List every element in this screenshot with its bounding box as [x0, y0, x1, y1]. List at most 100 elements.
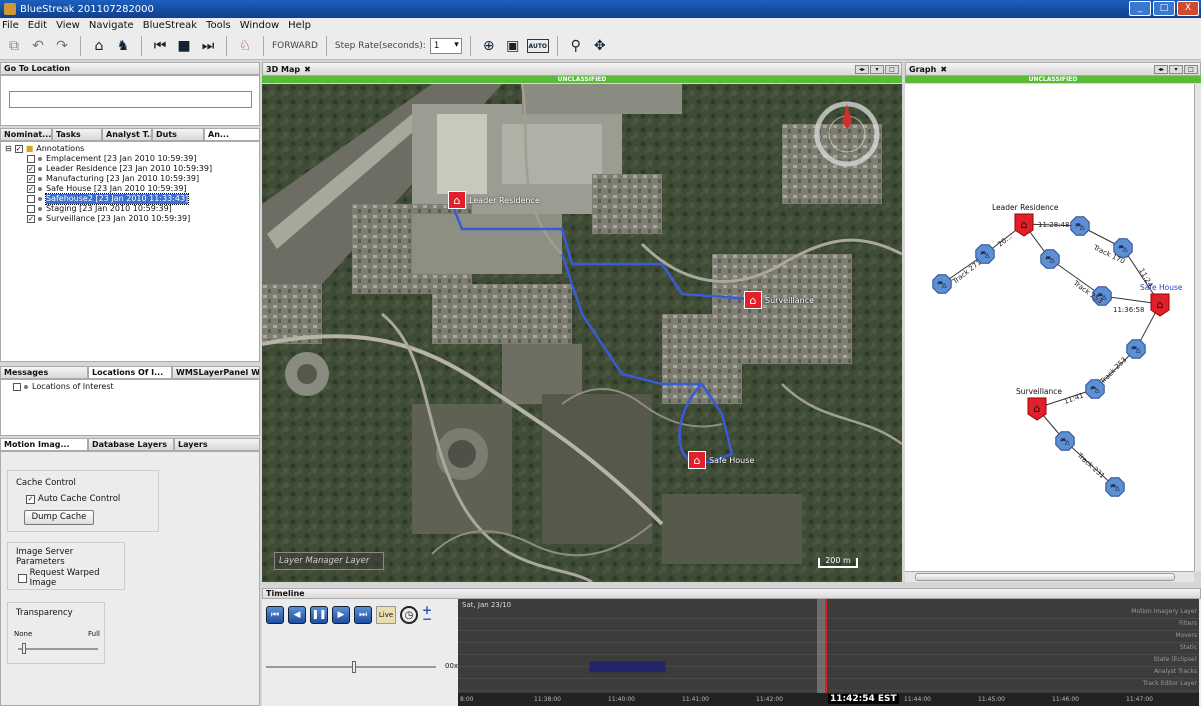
tab-tasks[interactable]: Tasks — [52, 128, 102, 141]
annotation-item[interactable]: ✓ Manufacturing [23 Jan 2010 10:59:39] — [27, 174, 255, 184]
agent-icon[interactable]: ♞ — [113, 36, 133, 56]
layer-manager-overlay[interactable]: Layer Manager Layer — [274, 552, 384, 570]
tab-annotations[interactable]: An... — [204, 128, 260, 141]
annotation-checkbox[interactable] — [27, 195, 35, 203]
timeline-forward-button[interactable]: ⏭ — [354, 606, 372, 624]
tab-analyst-tasks[interactable]: Analyst T... — [102, 128, 152, 141]
timeline-pause-button[interactable]: ❚❚ — [310, 606, 328, 624]
track-node[interactable]: ⛍ — [1126, 339, 1146, 359]
minimize-button[interactable]: _ — [1129, 1, 1151, 16]
satellite-imagery[interactable] — [262, 84, 902, 582]
move-icon[interactable]: ✥ — [590, 36, 610, 56]
graph-location-marker[interactable]: ⌂ Surveillance — [1016, 387, 1062, 421]
map-tab[interactable]: 3D Map — [266, 65, 300, 74]
current-time-indicator[interactable] — [825, 599, 827, 706]
dog-icon[interactable]: ♘ — [235, 36, 255, 56]
timeline-track-row[interactable]: Filters — [458, 619, 1199, 631]
track-node[interactable]: ⛍ — [932, 274, 952, 294]
tab-messages[interactable]: Messages — [0, 366, 88, 379]
compass-icon[interactable]: ⊕ — [479, 36, 499, 56]
zoom-out-icon[interactable]: − — [422, 613, 432, 625]
marker-leader-residence[interactable]: ⌂ Leader Residence — [448, 191, 540, 209]
map-view[interactable]: ⌂ Leader Residence ⌂ Surveillance ⌂ Safe… — [262, 84, 902, 582]
step-rate-select[interactable]: 1 — [429, 38, 462, 54]
menu-bluestreak[interactable]: BlueStreak — [143, 20, 197, 31]
tab-duts[interactable]: Duts — [152, 128, 204, 141]
annotation-checkbox[interactable]: ✓ — [27, 165, 35, 173]
tab-motion-imagery[interactable]: Motion Imag... — [0, 438, 88, 451]
menu-file[interactable]: File — [2, 20, 19, 31]
map-maximize-icon[interactable]: □ — [885, 64, 899, 74]
menu-navigate[interactable]: Navigate — [89, 20, 134, 31]
annotation-item[interactable]: Safehouse2 [23 Jan 2010 11:33:43] — [27, 193, 255, 205]
marker-safe-house[interactable]: ⌂ Safe House — [688, 451, 754, 469]
annotation-item[interactable]: Emplacement [23 Jan 2010 10:59:39] — [27, 154, 255, 164]
annotation-item[interactable]: ✓ Safe House [23 Jan 2010 10:59:39] — [27, 184, 255, 194]
forward-label[interactable]: FORWARD — [272, 41, 318, 51]
redo-icon[interactable]: ↷ — [52, 36, 72, 56]
annotation-checkbox[interactable] — [27, 205, 35, 213]
timeline-track-row[interactable]: Movers — [458, 631, 1199, 643]
undo-icon[interactable]: ↶ — [28, 36, 48, 56]
track-node[interactable]: ⛍ — [1105, 477, 1125, 497]
clock-icon[interactable]: ◷ — [400, 606, 418, 624]
menu-view[interactable]: View — [56, 20, 80, 31]
skip-back-icon[interactable]: ⏮ — [150, 36, 170, 56]
graph-dropdown-icon[interactable]: ▾ — [1169, 64, 1183, 74]
home-icon[interactable]: ⌂ — [89, 36, 109, 56]
graph-view[interactable]: ⛍ ⛍ ⛍ ⛍ ⛍ ⛍ ⛍ ⛍ ⛍ ⛍ ⌂ Leader Residence ⌂ Safe House ⌂… — [905, 84, 1194, 571]
map-dropdown-icon[interactable]: ▾ — [870, 64, 884, 74]
timeline-rewind-button[interactable]: ⏮ — [266, 606, 284, 624]
tab-wms-layer-panel[interactable]: WMSLayerPanel Wi... — [172, 366, 260, 379]
marker-surveillance[interactable]: ⌂ Surveillance — [744, 291, 814, 309]
menu-tools[interactable]: Tools — [206, 20, 231, 31]
auto-cache-checkbox[interactable]: ✓ Auto Cache Control — [26, 494, 120, 504]
skip-forward-icon[interactable]: ⏭ — [198, 36, 218, 56]
playback-speed-thumb[interactable] — [352, 661, 356, 673]
tab-nominations[interactable]: Nominat... — [0, 128, 52, 141]
timeline-track-row[interactable]: Analyst Tracks — [458, 667, 1199, 679]
transparency-slider[interactable] — [18, 648, 98, 650]
timeline-track-row[interactable]: State (Eclipse) — [458, 655, 1199, 667]
annotation-item[interactable]: ✓ Surveillance [23 Jan 2010 10:59:39] — [27, 214, 255, 224]
network-icon[interactable]: ⚲ — [566, 36, 586, 56]
tab-layers[interactable]: Layers — [174, 438, 260, 451]
graph-maximize-icon[interactable]: □ — [1184, 64, 1198, 74]
annotation-item[interactable]: ✓ Leader Residence [23 Jan 2010 10:59:39] — [27, 164, 255, 174]
annotation-item[interactable]: Staging [23 Jan 2010 10:59:39] — [27, 204, 255, 214]
dump-cache-button[interactable]: Dump Cache — [24, 510, 94, 525]
menu-help[interactable]: Help — [288, 20, 311, 31]
graph-vertical-scrollbar[interactable] — [1194, 84, 1201, 571]
menu-window[interactable]: Window — [240, 20, 279, 31]
playback-speed-slider[interactable] — [266, 666, 436, 668]
graph-horizontal-scrollbar[interactable] — [905, 571, 1194, 582]
graph-nav-icon[interactable]: ◂▸ — [1154, 64, 1168, 74]
timeline-back-button[interactable]: ◀ — [288, 606, 306, 624]
link-graph[interactable]: ⛍⛍⛍⛍⛍⛍⛍⛍⛍⛍ ⌂Leader Residence⌂Safe House⌂… — [905, 84, 1194, 571]
annotation-checkbox[interactable] — [27, 155, 35, 163]
map-tab-close-icon[interactable]: ✖ — [304, 65, 311, 74]
graph-location-marker[interactable]: ⌂ Leader Residence — [992, 203, 1059, 237]
timeline-track-row[interactable]: Track Editor Layer — [458, 679, 1199, 691]
timeline-live-button[interactable]: Live — [376, 606, 396, 624]
maximize-button[interactable]: □ — [1153, 1, 1175, 16]
graph-tab-close-icon[interactable]: ✖ — [940, 65, 947, 74]
transparency-slider-thumb[interactable] — [22, 643, 26, 654]
graph-h-scroll-thumb[interactable] — [915, 573, 1175, 581]
annotation-checkbox[interactable]: ✓ — [27, 175, 35, 183]
timeline-track-row[interactable]: Static — [458, 643, 1199, 655]
track-node[interactable]: ⛍ — [1055, 431, 1075, 451]
annotation-checkbox[interactable]: ✓ — [27, 215, 35, 223]
close-button[interactable]: X — [1177, 1, 1199, 16]
track-node[interactable]: ⛍ — [1040, 249, 1060, 269]
analyst-track-bar[interactable] — [589, 661, 666, 673]
annotations-root[interactable]: ⊟ ✓ ■ Annotations — [5, 144, 255, 154]
map-nav-icon[interactable]: ◂▸ — [855, 64, 869, 74]
location-input[interactable] — [9, 91, 252, 108]
graph-tab[interactable]: Graph — [909, 65, 936, 74]
tab-locations-of-interest[interactable]: Locations Of I... — [88, 366, 172, 379]
locations-of-interest-item[interactable]: Locations of Interest — [13, 382, 247, 392]
track-node[interactable]: ⛍ — [1070, 216, 1090, 236]
timeline-play-button[interactable]: ▶ — [332, 606, 350, 624]
copy-icon[interactable]: ⧉ — [4, 36, 24, 56]
